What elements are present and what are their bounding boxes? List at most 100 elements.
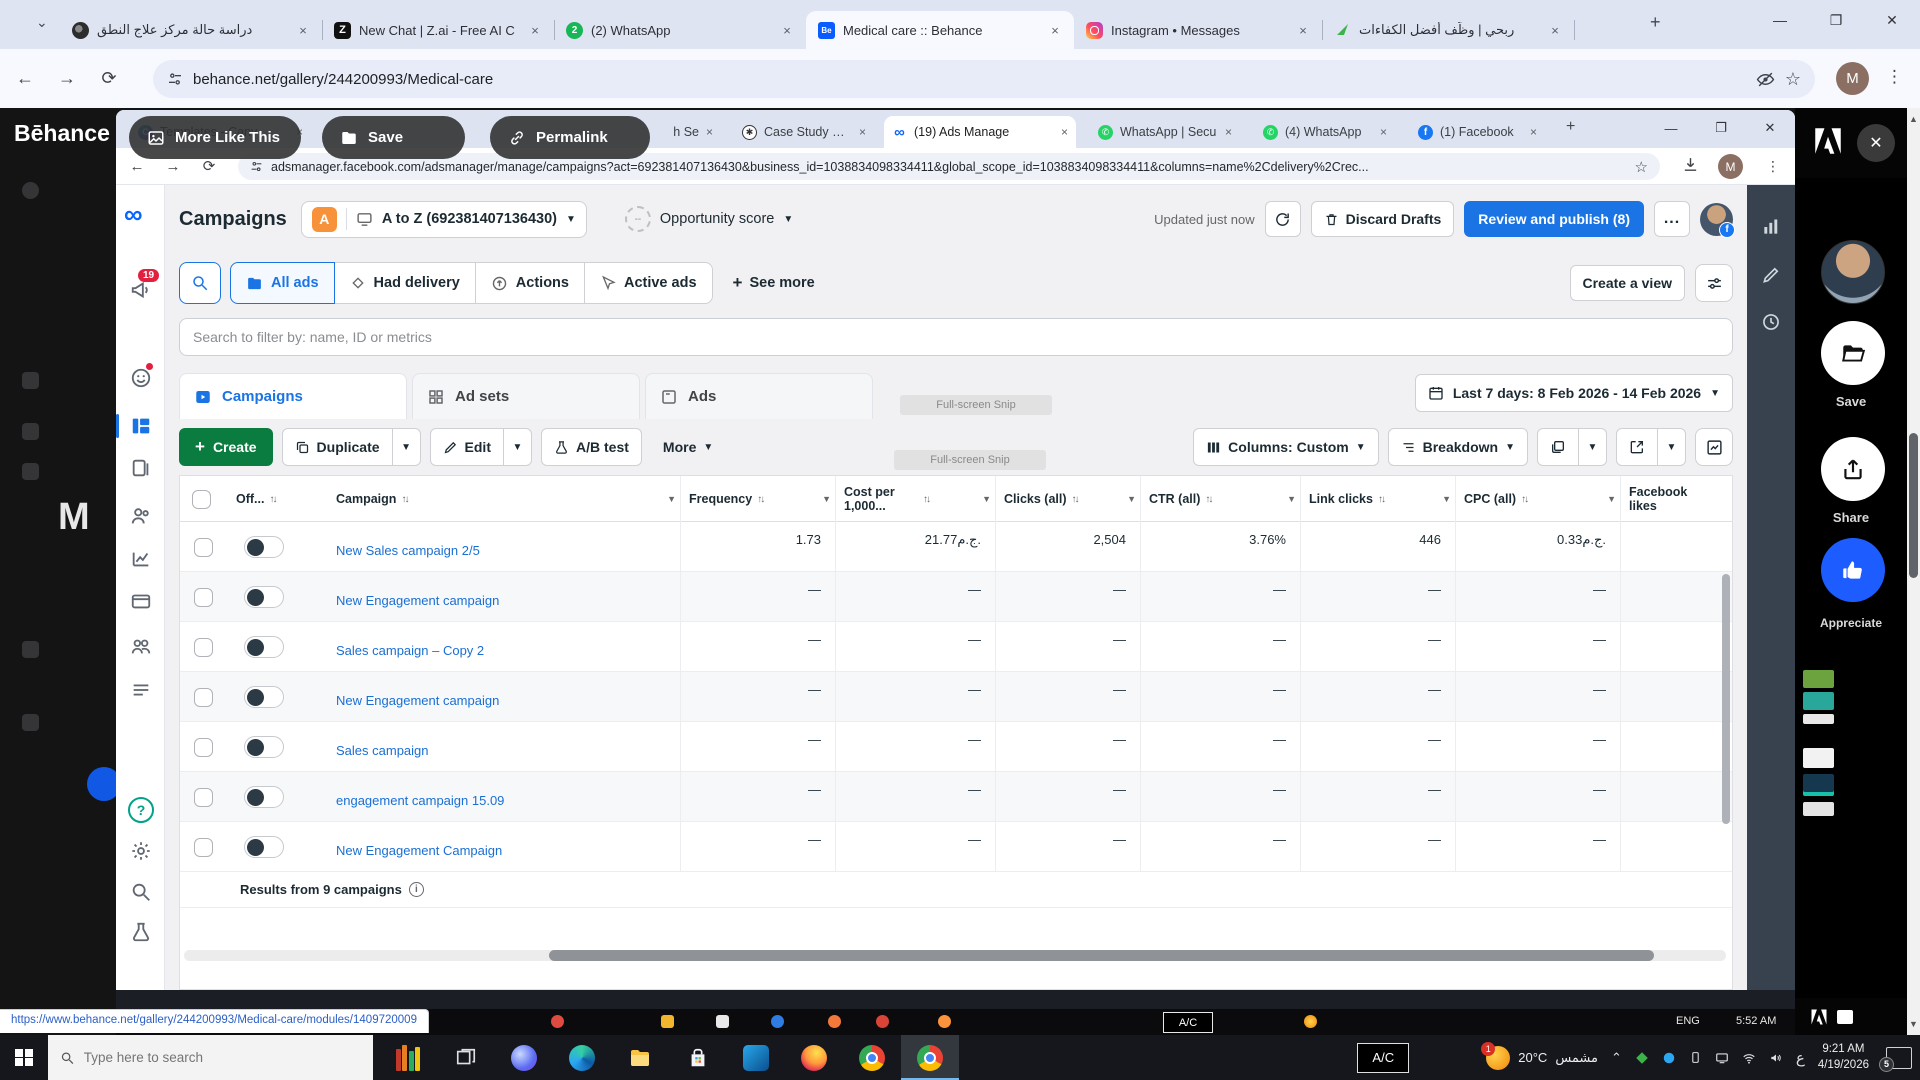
scroll-down-icon[interactable]: ▼ <box>1907 1019 1920 1029</box>
save-pill-button[interactable]: Save <box>322 116 465 159</box>
row-checkbox[interactable] <box>194 737 213 757</box>
duplicate-caret-button[interactable]: ▼ <box>391 429 420 465</box>
owner-avatar[interactable] <box>1821 240 1885 304</box>
header-frequency[interactable]: Frequency ↑↓ ▼ <box>680 476 835 522</box>
horizontal-scroll-thumb[interactable] <box>549 950 1654 961</box>
table-vertical-scrollbar[interactable] <box>1722 574 1730 824</box>
row-checkbox[interactable] <box>194 787 213 807</box>
table-row[interactable]: New Engagement campaign — — — — — — <box>180 672 1732 722</box>
opportunity-score[interactable]: -- Opportunity score ▼ <box>624 206 793 232</box>
row-checkbox[interactable] <box>194 687 213 707</box>
close-tab-icon[interactable]: × <box>1294 21 1312 39</box>
campaign-link[interactable]: New Sales campaign 2/5 <box>336 543 480 558</box>
tab-campaigns[interactable]: Campaigns <box>179 373 407 419</box>
close-tab-icon[interactable]: × <box>1046 21 1064 39</box>
ads-manager-grid-icon[interactable] <box>130 415 152 437</box>
table-row[interactable]: Sales campaign – Copy 2 — — — — — — <box>180 622 1732 672</box>
page-scrollbar[interactable]: ▲ ▼ <box>1907 108 1920 1035</box>
filter-search-button[interactable] <box>179 262 221 304</box>
header-link-clicks[interactable]: Link clicks ↑↓ ▼ <box>1300 476 1455 522</box>
taskbar-search-input[interactable] <box>83 1050 361 1065</box>
ab-test-button[interactable]: A/B test <box>542 429 641 465</box>
inner-tab-whatsapp-security[interactable]: ✆ WhatsApp | Secu × <box>1090 116 1240 148</box>
filter-search-input[interactable] <box>179 318 1733 356</box>
campaign-link[interactable]: New Engagement campaign <box>336 693 499 708</box>
header-campaign[interactable]: Campaign ↑↓ ▼ <box>328 476 680 522</box>
ac-indicator[interactable]: A/C <box>1357 1042 1410 1073</box>
cortana-app-icon[interactable] <box>495 1035 553 1080</box>
info-icon[interactable]: i <box>408 882 424 897</box>
insights-chart-icon[interactable] <box>1761 217 1781 237</box>
outer-tab-instagram[interactable]: Instagram • Messages × <box>1074 11 1323 49</box>
filter-had-delivery[interactable]: Had delivery <box>333 262 476 304</box>
account-quality-smiley-icon[interactable] <box>130 367 152 389</box>
campaign-toggle[interactable] <box>244 736 284 758</box>
more-button[interactable]: More ▼ <box>651 428 725 466</box>
select-all-checkbox[interactable] <box>192 489 211 509</box>
file-explorer-icon[interactable] <box>611 1035 669 1080</box>
weather-widget[interactable]: 20°C مشمس <box>1481 1041 1598 1070</box>
campaigns-megaphone-icon[interactable] <box>130 279 152 301</box>
tray-expand-icon[interactable]: ⌃ <box>1611 1050 1622 1066</box>
table-row[interactable]: engagement campaign 15.09 — — — — — — <box>180 772 1732 822</box>
history-clock-icon[interactable] <box>1761 312 1781 332</box>
inner-new-tab-button[interactable]: + <box>1566 118 1575 136</box>
chart-view-button[interactable] <box>1695 428 1733 466</box>
see-more-button[interactable]: + See more <box>723 273 825 293</box>
bookmark-star-icon[interactable]: ☆ <box>1785 69 1801 90</box>
edge-app-icon[interactable] <box>553 1035 611 1080</box>
settings-gear-icon[interactable] <box>130 840 152 862</box>
outer-tab-behance-active[interactable]: Be Medical care :: Behance × <box>806 11 1074 49</box>
inner-close-icon[interactable]: ✕ <box>1747 110 1793 146</box>
discard-drafts-button[interactable]: Discard Drafts <box>1310 201 1455 237</box>
browser-menu-icon[interactable]: ⋮ <box>1886 67 1903 87</box>
campaign-toggle[interactable] <box>244 636 284 658</box>
taskbar-search[interactable] <box>48 1035 373 1080</box>
campaign-link[interactable]: Sales campaign <box>336 743 429 758</box>
inner-minimize-icon[interactable]: — <box>1648 110 1694 146</box>
language-indicator[interactable]: ع <box>1796 1049 1805 1067</box>
tray-phone-icon[interactable] <box>1689 1051 1702 1064</box>
row-checkbox[interactable] <box>194 537 213 557</box>
header-clicks[interactable]: Clicks (all) ↑↓ ▼ <box>995 476 1140 522</box>
adobe-ad-banner[interactable]: ✕ <box>1795 108 1907 178</box>
library-app-icon[interactable] <box>379 1035 437 1080</box>
profile-avatar[interactable]: M <box>1836 62 1869 95</box>
edit-pencil-icon[interactable] <box>1761 265 1781 285</box>
header-off[interactable]: Off... ↑↓ <box>228 476 328 522</box>
back-icon[interactable]: ← <box>8 62 42 96</box>
project-screenshot-image[interactable]: C Templates - Canv × h Se × Case Study S… <box>116 110 1795 1035</box>
billing-card-icon[interactable] <box>130 590 152 612</box>
campaign-toggle[interactable] <box>244 586 284 608</box>
reload-icon[interactable]: ⟳ <box>92 62 126 96</box>
close-tab-icon[interactable]: × <box>1546 21 1564 39</box>
close-tab-icon[interactable]: × <box>778 21 796 39</box>
campaign-toggle[interactable] <box>244 536 284 558</box>
table-row[interactable]: New Engagement campaign — — — — — — <box>180 572 1732 622</box>
breakdown-button[interactable]: Breakdown ▼ <box>1389 429 1527 465</box>
table-horizontal-scrollbar[interactable] <box>184 950 1726 961</box>
filter-actions[interactable]: Actions <box>474 262 585 304</box>
row-checkbox[interactable] <box>194 637 213 657</box>
outer-tab-whatsapp[interactable]: 2 (2) WhatsApp × <box>554 11 807 49</box>
view-settings-button[interactable] <box>1695 264 1733 302</box>
campaign-link[interactable]: engagement campaign 15.09 <box>336 793 504 808</box>
campaign-link[interactable]: Sales campaign – Copy 2 <box>336 643 484 658</box>
campaign-toggle[interactable] <box>244 686 284 708</box>
campaign-link[interactable]: New Engagement campaign <box>336 593 499 608</box>
network-icon[interactable] <box>1742 1051 1756 1065</box>
firefox-app-icon[interactable] <box>785 1035 843 1080</box>
review-publish-button[interactable]: Review and publish (8) <box>1464 201 1644 237</box>
close-tab-icon[interactable]: × <box>1225 125 1232 139</box>
campaign-toggle[interactable] <box>244 786 284 808</box>
module-thumbnail[interactable] <box>1803 802 1834 816</box>
speaker-icon[interactable] <box>1769 1051 1783 1065</box>
pages-icon[interactable] <box>130 457 152 479</box>
module-thumbnail[interactable] <box>1803 774 1834 796</box>
share-project-button[interactable] <box>1821 437 1885 501</box>
module-thumbnail[interactable] <box>1803 714 1834 724</box>
duplicate-button[interactable]: Duplicate <box>283 429 392 465</box>
chrome-active-app-icon[interactable] <box>901 1035 959 1080</box>
more-options-button[interactable]: ... <box>1654 201 1690 237</box>
browser-menu-icon[interactable]: ⋮ <box>1766 158 1780 175</box>
